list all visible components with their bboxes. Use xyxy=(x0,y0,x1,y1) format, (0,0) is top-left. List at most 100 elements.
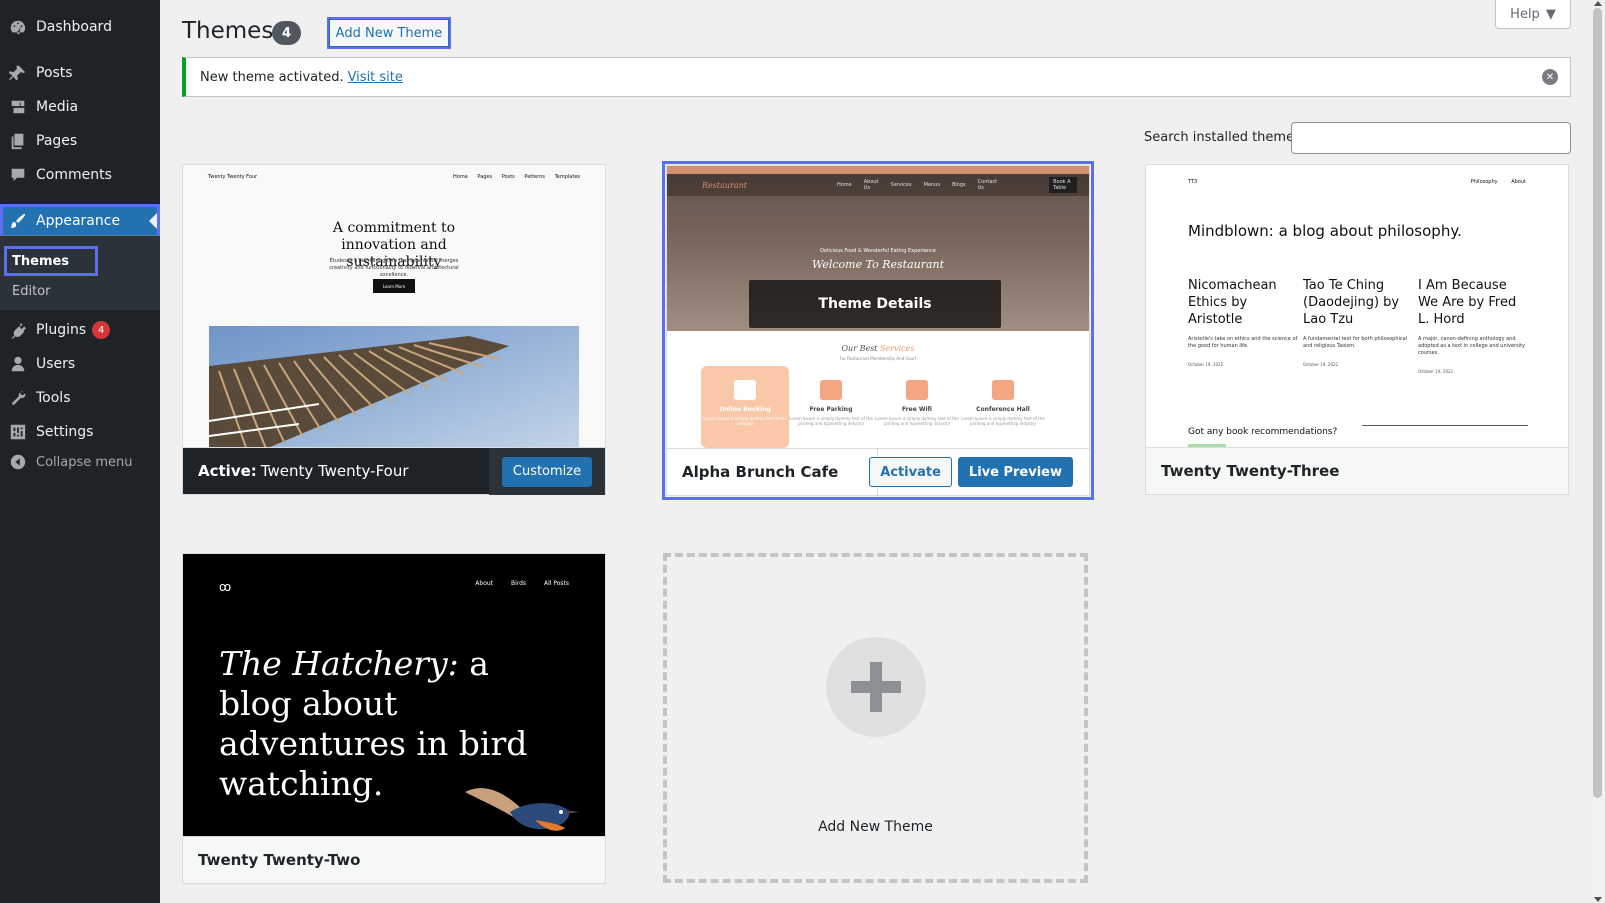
add-new-theme-button[interactable]: Add New Theme xyxy=(327,17,451,49)
service-label: Free Wifi xyxy=(901,406,933,413)
admin-sidebar: Dashboard Posts Media Pages Comments App… xyxy=(0,0,160,903)
booking-icon xyxy=(734,380,756,400)
user-icon xyxy=(8,354,28,374)
help-button[interactable]: Help ▼ xyxy=(1495,0,1571,29)
comment-icon xyxy=(8,165,28,185)
menu-item-media[interactable]: Media xyxy=(0,90,160,124)
post-desc: Aristotle's take on ethics and the scien… xyxy=(1188,336,1298,349)
preview-link: Home xyxy=(453,174,468,180)
preview-headline: Mindblown: a blog about philosophy. xyxy=(1188,222,1462,240)
menu-item-pages[interactable]: Pages xyxy=(0,124,160,158)
scroll-thumb[interactable] xyxy=(1593,8,1602,798)
preview-link: Philosophy xyxy=(1470,179,1498,185)
menu-item-users[interactable]: Users xyxy=(0,347,160,381)
preview-site-title: Twenty Twenty Four xyxy=(208,174,258,180)
preview-service: Online Booking Lorem Ipsum is simply dum… xyxy=(701,366,789,448)
post-desc: A fundamental text for both philosophica… xyxy=(1303,336,1408,349)
theme-name-bar: Alpha Brunch Cafe Activate Live Preview xyxy=(667,448,1089,496)
preview-logo: ꝏ xyxy=(219,580,232,594)
preview-service: Free Parking Lorem Ipsum is simply dummy… xyxy=(787,366,875,448)
menu-label: Users xyxy=(36,356,76,372)
preview-link: Patterns xyxy=(524,174,545,180)
preview-post: Tao Te Ching (Daodejing) by Lao Tzu A fu… xyxy=(1303,277,1415,373)
service-text: Lorem Ipsum is simply dummy text of the … xyxy=(703,416,787,426)
theme-screenshot[interactable]: ꝏ About Birds All Posts The Hatchery: a … xyxy=(183,554,605,836)
pin-icon xyxy=(8,63,28,83)
collapse-menu-button[interactable]: Collapse menu xyxy=(0,445,160,479)
add-new-theme-card[interactable]: Add New Theme xyxy=(663,553,1088,883)
theme-name-bar: Twenty Twenty-Two xyxy=(183,836,605,883)
media-icon xyxy=(8,97,28,117)
preview-nav: Twenty Twenty Four Home Pages Posts Patt… xyxy=(208,174,580,180)
preview-reco: Got any book recommendations? xyxy=(1188,427,1338,437)
menu-item-settings[interactable]: Settings xyxy=(0,415,160,449)
theme-card-twenty-twenty-four[interactable]: Twenty Twenty Four Home Pages Posts Patt… xyxy=(182,164,606,495)
preview-services-title: Our Best Services xyxy=(667,344,1089,353)
activate-button[interactable]: Activate xyxy=(869,457,952,487)
brush-icon xyxy=(8,211,28,231)
menu-label: Comments xyxy=(36,167,112,183)
theme-details-button[interactable]: Theme Details xyxy=(749,280,1001,328)
menu-label: Media xyxy=(36,99,79,115)
menu-label: Settings xyxy=(36,424,94,440)
page-scrollbar[interactable] xyxy=(1590,0,1605,903)
plus-icon xyxy=(826,637,926,737)
search-themes-input[interactable] xyxy=(1291,122,1571,154)
theme-name-bar: Twenty Twenty-Three xyxy=(1146,447,1568,494)
preview-link: About xyxy=(475,580,494,587)
preview-link: Birds xyxy=(510,580,527,587)
post-title: I Am Because We Are by Fred L. Hord xyxy=(1418,278,1517,327)
menu-item-plugins[interactable]: Plugins 4 xyxy=(0,313,160,347)
post-title: Tao Te Ching (Daodejing) by Lao Tzu xyxy=(1303,278,1400,327)
menu-item-dashboard[interactable]: Dashboard xyxy=(0,10,160,44)
service-text: Lorem Ipsum is simply dummy text of the … xyxy=(875,416,959,426)
dashboard-icon xyxy=(8,17,28,37)
plugins-update-badge: 4 xyxy=(92,321,111,339)
preview-link: Posts xyxy=(501,174,515,180)
menu-item-appearance[interactable]: Appearance xyxy=(0,204,160,238)
preview-post: I Am Because We Are by Fred L. Hord A ma… xyxy=(1418,277,1530,380)
submenu-editor[interactable]: Editor xyxy=(4,276,58,306)
theme-name: Twenty Twenty-Two xyxy=(198,851,361,869)
theme-screenshot[interactable]: Twenty Twenty Four Home Pages Posts Patt… xyxy=(183,165,605,447)
post-date: October 19, 2022 xyxy=(1303,362,1339,367)
preview-divider xyxy=(1362,425,1528,426)
scroll-up-icon[interactable] xyxy=(1594,1,1602,6)
theme-card-twenty-twenty-two[interactable]: ꝏ About Birds All Posts The Hatchery: a … xyxy=(182,553,606,884)
collapse-arrow-icon xyxy=(8,452,28,472)
settings-icon xyxy=(8,422,28,442)
menu-item-comments[interactable]: Comments xyxy=(0,158,160,192)
headline-italic: The Hatchery: xyxy=(219,644,459,683)
theme-screenshot[interactable]: TT3 Philosophy About Mindblown: a blog a… xyxy=(1146,165,1568,447)
service-label: Conference Hall xyxy=(976,406,1030,413)
pages-icon xyxy=(8,131,28,151)
scroll-down-icon[interactable] xyxy=(1594,897,1602,902)
theme-card-twenty-twenty-three[interactable]: TT3 Philosophy About Mindblown: a blog a… xyxy=(1145,164,1569,495)
theme-name-bar: Active: Twenty Twenty-Four Customize xyxy=(183,447,605,495)
menu-label: Posts xyxy=(36,65,73,81)
service-label: Free Parking xyxy=(809,406,853,413)
menu-label: Tools xyxy=(36,390,71,406)
caret-down-icon: ▼ xyxy=(1545,6,1556,22)
live-preview-button[interactable]: Live Preview xyxy=(957,457,1073,487)
theme-screenshot[interactable]: Restaurant Home About Us Services Menus … xyxy=(667,166,1089,448)
preview-service: Conference Hall Lorem Ipsum is simply du… xyxy=(959,366,1047,448)
preview-site-title: TT3 xyxy=(1188,179,1198,185)
theme-activated-notice: New theme activated. Visit site ✕ xyxy=(182,57,1571,97)
service-text: Lorem Ipsum is simply dummy text of the … xyxy=(789,416,873,426)
menu-item-tools[interactable]: Tools xyxy=(0,381,160,415)
theme-card-alpha-brunch-cafe[interactable]: Restaurant Home About Us Services Menus … xyxy=(662,161,1094,500)
menu-label: Plugins xyxy=(36,322,87,338)
theme-name: Alpha Brunch Cafe xyxy=(682,463,839,481)
visit-site-link[interactable]: Visit site xyxy=(348,70,403,85)
preview-link: About xyxy=(1511,179,1526,185)
preview-hero-title: Welcome To Restaurant xyxy=(811,258,945,271)
dismiss-icon[interactable]: ✕ xyxy=(1542,69,1558,85)
add-new-theme-label: Add New Theme xyxy=(818,819,933,835)
customize-button[interactable]: Customize xyxy=(501,456,593,487)
menu-label: Dashboard xyxy=(36,19,112,35)
menu-item-posts[interactable]: Posts xyxy=(0,56,160,90)
notice-text: New theme activated. xyxy=(200,69,344,85)
preview-link: Pages xyxy=(477,174,493,180)
submenu-themes[interactable]: Themes xyxy=(4,246,98,276)
